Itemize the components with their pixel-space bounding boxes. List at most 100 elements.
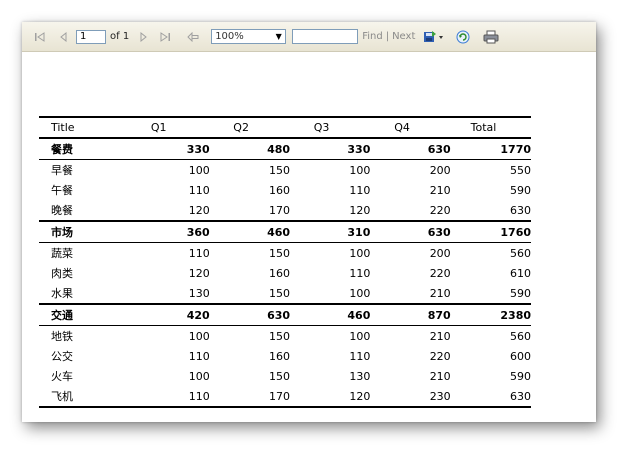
- group-cell-q1: 360: [186, 225, 210, 239]
- cell-q4: 220: [429, 203, 451, 217]
- chevron-down-icon[interactable]: ▼: [272, 30, 285, 43]
- header-title: Title: [51, 121, 75, 134]
- header-q3: Q3: [313, 121, 330, 134]
- group-cell-title: 交通: [51, 309, 73, 322]
- group-cell-total: 1770: [500, 142, 532, 156]
- next-page-icon[interactable]: [135, 29, 151, 45]
- group-cell-q1: 420: [186, 308, 210, 322]
- header-total: Total: [470, 121, 497, 134]
- group-cell-q1: 330: [186, 142, 210, 156]
- cell-q4: 210: [429, 286, 451, 300]
- header-q4: Q4: [394, 121, 410, 134]
- group-cell-total: 1760: [500, 225, 532, 239]
- table-row: 肉类 120 160 110 220 610: [39, 263, 531, 283]
- cell-q1: 120: [188, 266, 210, 280]
- cell-q4: 210: [429, 329, 451, 343]
- cell-q3: 100: [349, 163, 371, 177]
- previous-page-icon[interactable]: [56, 29, 72, 45]
- cell-q1: 120: [188, 203, 210, 217]
- table-row: 早餐 100 150 100 200 550: [39, 160, 531, 180]
- header-q1: Q1: [150, 121, 167, 134]
- cell-q3: 110: [349, 266, 371, 280]
- cell-q1: 110: [188, 349, 210, 363]
- cell-q1: 130: [188, 286, 210, 300]
- export-icon[interactable]: [423, 29, 445, 45]
- cell-title: 晚餐: [51, 204, 73, 217]
- cell-title: 地铁: [51, 330, 73, 343]
- cell-q2: 150: [269, 286, 291, 300]
- cell-q3: 110: [349, 349, 371, 363]
- group-row: 市场 360 460 310 630 1760: [39, 220, 531, 243]
- cell-total: 600: [510, 349, 532, 363]
- group-cell-total: 2380: [500, 308, 532, 322]
- table-row: 公交 110 160 110 220 600: [39, 346, 531, 366]
- cell-q3: 100: [349, 329, 371, 343]
- cell-total: 630: [510, 203, 532, 217]
- cell-q1: 110: [188, 389, 210, 403]
- page-number-input[interactable]: [76, 29, 106, 44]
- cell-total: 590: [510, 369, 532, 383]
- cell-q2: 170: [269, 389, 291, 403]
- cell-q2: 160: [269, 349, 291, 363]
- cell-title: 飞机: [51, 390, 73, 403]
- cell-title: 早餐: [51, 164, 73, 177]
- cell-title: 蔬菜: [51, 247, 73, 260]
- cell-total: 560: [510, 329, 532, 343]
- table-row: 蔬菜 110 150 100 200 560: [39, 243, 531, 263]
- table-row: 水果 130 150 100 210 590: [39, 283, 531, 303]
- group-row: 餐费 330 480 330 630 1770: [39, 139, 531, 160]
- cell-q3: 120: [349, 203, 371, 217]
- cell-q2: 150: [269, 369, 291, 383]
- cell-title: 水果: [51, 287, 73, 300]
- cell-total: 590: [510, 183, 532, 197]
- find-link[interactable]: Find: [362, 31, 383, 42]
- cell-title: 午餐: [51, 184, 73, 197]
- table-body: 餐费 330 480 330 630 1770 早餐 100 150 100 200 550 午餐 110…: [39, 139, 531, 406]
- cell-q4: 230: [429, 389, 451, 403]
- cell-q3: 120: [349, 389, 371, 403]
- page-count-label: of 1: [110, 31, 130, 42]
- table-row: 午餐 110 160 110 210 590: [39, 180, 531, 200]
- table-row: 飞机 110 170 120 230 630: [39, 386, 531, 406]
- group-cell-q3: 460: [347, 308, 371, 322]
- cell-q2: 170: [269, 203, 291, 217]
- cell-total: 560: [510, 246, 532, 260]
- group-cell-q3: 330: [347, 142, 371, 156]
- print-icon[interactable]: [483, 29, 499, 45]
- report-table: Title Q1 Q2 Q3 Q4 Total 餐费 330 480 330 630 17…: [39, 116, 531, 408]
- cell-q2: 150: [269, 246, 291, 260]
- cell-q2: 150: [269, 329, 291, 343]
- cell-q4: 210: [429, 369, 451, 383]
- group-cell-q2: 630: [267, 308, 291, 322]
- cell-q1: 100: [188, 369, 210, 383]
- back-icon[interactable]: [185, 29, 201, 45]
- cell-q2: 150: [269, 163, 291, 177]
- zoom-select[interactable]: 100% ▼: [211, 29, 287, 44]
- group-cell-q4: 630: [427, 225, 451, 239]
- cell-q1: 110: [188, 183, 210, 197]
- find-input[interactable]: [292, 29, 359, 44]
- cell-q3: 130: [349, 369, 371, 383]
- find-separator: |: [385, 31, 390, 42]
- group-cell-q3: 310: [347, 225, 371, 239]
- group-row: 交通 420 630 460 870 2380: [39, 303, 531, 326]
- group-cell-q4: 630: [427, 142, 451, 156]
- table-row: 晚餐 120 170 120 220 630: [39, 200, 531, 220]
- cell-q4: 200: [429, 163, 451, 177]
- refresh-icon[interactable]: [455, 29, 471, 45]
- report-viewer-window: of 1 100% ▼ Find | Next Title Q1: [22, 22, 596, 422]
- cell-total: 610: [510, 266, 532, 280]
- cell-q4: 220: [429, 349, 451, 363]
- cell-title: 火车: [51, 370, 73, 383]
- cell-q2: 160: [269, 266, 291, 280]
- cell-title: 肉类: [51, 267, 73, 280]
- zoom-value: 100%: [215, 31, 244, 42]
- cell-q1: 100: [188, 329, 210, 343]
- last-page-icon[interactable]: [157, 29, 173, 45]
- cell-total: 550: [510, 163, 532, 177]
- cell-title: 公交: [51, 350, 73, 363]
- next-link[interactable]: Next: [392, 31, 415, 42]
- cell-q1: 110: [188, 246, 210, 260]
- first-page-icon[interactable]: [32, 29, 48, 45]
- group-cell-q2: 460: [267, 225, 291, 239]
